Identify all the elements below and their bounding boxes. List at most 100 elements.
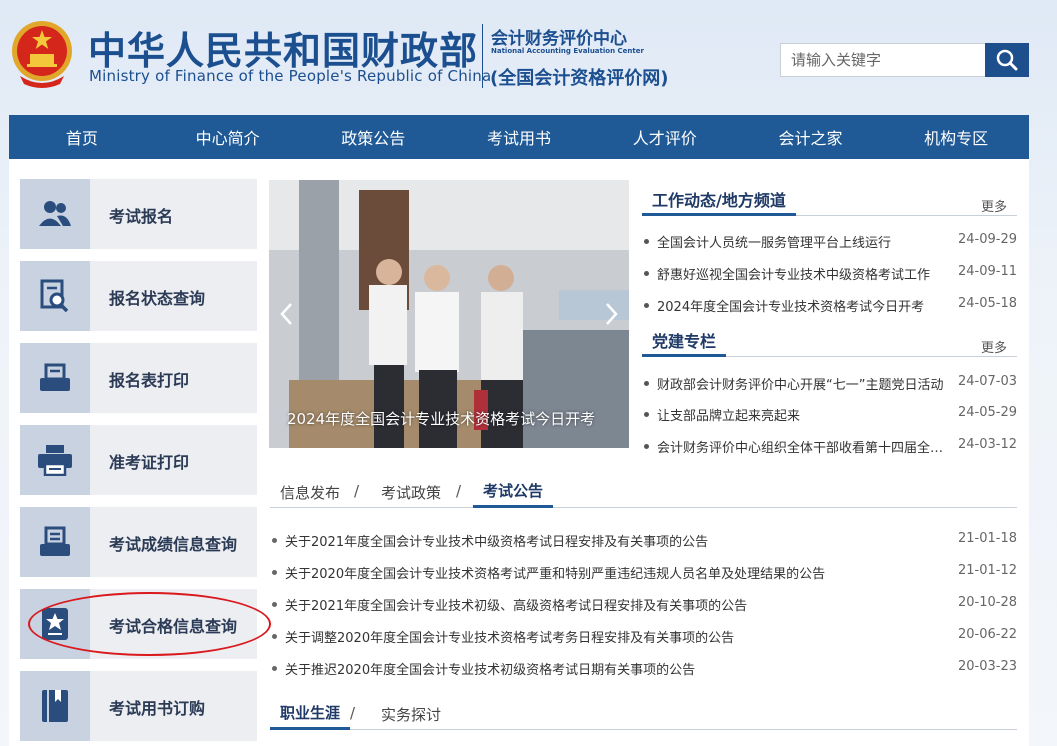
news-item[interactable]: 财政部会计财务评价中心开展“七一”主题党日活动 24-07-03 xyxy=(644,374,1019,394)
sidebar-item-label: 考试报名 xyxy=(109,207,174,226)
highlight-circle xyxy=(28,592,271,656)
news-item[interactable]: 舒惠好巡视全国会计专业技术中级资格考试工作 24-09-11 xyxy=(644,264,1019,284)
bullet-icon xyxy=(272,602,277,607)
party-header: 党建专栏 更多 xyxy=(642,325,1017,357)
news-date: 24-05-29 xyxy=(957,405,1017,420)
search-icon xyxy=(996,49,1018,71)
bullet-icon xyxy=(272,666,277,671)
book-icon xyxy=(42,690,68,722)
news-date: 24-09-11 xyxy=(957,264,1017,279)
tab-separator: / xyxy=(354,482,360,500)
notice-date: 20-10-28 xyxy=(957,595,1017,610)
party-title[interactable]: 党建专栏 xyxy=(642,325,727,357)
bullet-icon xyxy=(644,239,649,244)
tab-separator: / xyxy=(456,482,462,500)
party-more-link[interactable]: 更多 xyxy=(981,337,1007,356)
bullet-icon xyxy=(272,538,277,543)
sidebar-item-label: 准考证打印 xyxy=(109,453,190,472)
notice-title[interactable]: 关于2020年度全国会计专业技术资格考试严重和特别严重违纪违规人员名单及处理结果… xyxy=(285,563,825,582)
banner-prev-icon[interactable] xyxy=(277,302,297,326)
news-title[interactable]: 让支部品牌立起来亮起来 xyxy=(657,405,947,424)
notice-item[interactable]: 关于调整2020年度全国会计专业技术资格考试考务日程安排及有关事项的公告 20-… xyxy=(270,627,1017,647)
site-header: 中华人民共和国财政部 Ministry of Finance of the Pe… xyxy=(0,0,1057,115)
nav-accountant-home[interactable]: 会计之家 xyxy=(738,115,884,159)
tab-practice[interactable]: 实务探讨 xyxy=(381,698,441,730)
nav-policy[interactable]: 政策公告 xyxy=(300,115,446,159)
sidebar-item-score-query[interactable]: 考试成绩信息查询 xyxy=(20,507,257,577)
tab-exam-notice[interactable]: 考试公告 xyxy=(473,476,554,508)
news-date: 24-09-29 xyxy=(957,232,1017,247)
tab-exam-policy[interactable]: 考试政策 xyxy=(381,476,441,508)
nav-home[interactable]: 首页 xyxy=(9,115,155,159)
work-news-title[interactable]: 工作动态/地方频道 xyxy=(642,184,796,216)
search-button[interactable] xyxy=(985,43,1029,77)
banner-next-icon[interactable] xyxy=(601,302,621,326)
notice-title[interactable]: 关于2021年度全国会计专业技术初级、高级资格考试日程安排及有关事项的公告 xyxy=(285,595,747,614)
bullet-icon xyxy=(272,634,277,639)
sidebar-item-admission-print[interactable]: 准考证打印 xyxy=(20,425,257,495)
tab-career[interactable]: 职业生涯 xyxy=(270,698,351,730)
notice-item[interactable]: 关于2020年度全国会计专业技术资格考试严重和特别严重违纪违规人员名单及处理结果… xyxy=(270,563,1017,583)
tab-separator: / xyxy=(350,704,356,722)
news-banner[interactable]: 2024年度全国会计专业技术资格考试今日开考 xyxy=(269,180,629,448)
main-nav: 首页 中心简介 政策公告 考试用书 人才评价 会计之家 机构专区 xyxy=(9,115,1029,159)
bullet-icon xyxy=(644,444,649,449)
news-item[interactable]: 全国会计人员统一服务管理平台上线运行 24-09-29 xyxy=(644,232,1019,252)
news-item[interactable]: 让支部品牌立起来亮起来 24-05-29 xyxy=(644,405,1019,425)
news-item[interactable]: 会计财务评价中心组织全体干部收看第十四届全国人大 24-03-12 xyxy=(644,437,1019,457)
work-news-header: 工作动态/地方频道 更多 xyxy=(642,184,1017,216)
notice-title[interactable]: 关于推迟2020年度全国会计专业技术初级资格考试日期有关事项的公告 xyxy=(285,659,695,678)
sidebar-item-label: 报名表打印 xyxy=(109,371,190,390)
news-title[interactable]: 舒惠好巡视全国会计专业技术中级资格考试工作 xyxy=(657,264,947,283)
notice-item[interactable]: 关于推迟2020年度全国会计专业技术初级资格考试日期有关事项的公告 20-03-… xyxy=(270,659,1017,679)
bullet-icon xyxy=(644,412,649,417)
notice-date: 21-01-18 xyxy=(957,531,1017,546)
nav-about[interactable]: 中心简介 xyxy=(155,115,301,159)
notice-date: 20-03-23 xyxy=(957,659,1017,674)
news-title[interactable]: 会计财务评价中心组织全体干部收看第十四届全国人大 xyxy=(657,437,947,456)
news-date: 24-07-03 xyxy=(957,374,1017,389)
document-search-icon xyxy=(40,279,69,313)
news-title[interactable]: 2024年度全国会计专业技术资格考试今日开考 xyxy=(657,296,947,315)
news-date: 24-05-18 xyxy=(957,296,1017,311)
sidebar-item-book-order[interactable]: 考试用书订购 xyxy=(20,671,257,741)
bullet-icon xyxy=(644,303,649,308)
sidebar-item-registration-status[interactable]: 报名状态查询 xyxy=(20,261,257,331)
news-title[interactable]: 全国会计人员统一服务管理平台上线运行 xyxy=(657,232,947,251)
nav-books[interactable]: 考试用书 xyxy=(446,115,592,159)
notice-date: 20-06-22 xyxy=(957,627,1017,642)
tab-info-release[interactable]: 信息发布 xyxy=(280,476,340,508)
news-title[interactable]: 财政部会计财务评价中心开展“七一”主题党日活动 xyxy=(657,374,947,393)
header-divider xyxy=(482,24,483,88)
career-tabs: 职业生涯 / 实务探讨 xyxy=(270,698,1017,730)
work-news-more-link[interactable]: 更多 xyxy=(981,196,1007,215)
notice-title[interactable]: 关于2021年度全国会计专业技术中级资格考试日程安排及有关事项的公告 xyxy=(285,531,708,550)
center-name-en: National Accounting Evaluation Center xyxy=(491,47,644,55)
news-date: 24-03-12 xyxy=(957,437,1017,452)
notice-item[interactable]: 关于2021年度全国会计专业技术中级资格考试日程安排及有关事项的公告 21-01… xyxy=(270,531,1017,551)
news-item[interactable]: 2024年度全国会计专业技术资格考试今日开考 24-05-18 xyxy=(644,296,1019,316)
sidebar-item-label: 报名状态查询 xyxy=(109,289,206,308)
search-input[interactable] xyxy=(780,43,986,77)
nav-talent[interactable]: 人才评价 xyxy=(592,115,738,159)
sidebar-item-label: 考试成绩信息查询 xyxy=(109,535,238,554)
bullet-icon xyxy=(644,381,649,386)
notice-date: 21-01-12 xyxy=(957,563,1017,578)
banner-caption[interactable]: 2024年度全国会计专业技术资格考试今日开考 xyxy=(287,408,595,429)
center-subtitle: (全国会计资格评价网) xyxy=(490,68,669,89)
bullet-icon xyxy=(272,570,277,575)
users-icon xyxy=(39,201,71,226)
notice-item[interactable]: 关于2021年度全国会计专业技术初级、高级资格考试日程安排及有关事项的公告 20… xyxy=(270,595,1017,615)
national-emblem-icon xyxy=(12,21,72,88)
notice-title[interactable]: 关于调整2020年度全国会计专业技术资格考试考务日程安排及有关事项的公告 xyxy=(285,627,734,646)
sidebar-item-exam-registration[interactable]: 考试报名 xyxy=(20,179,257,249)
nav-institution[interactable]: 机构专区 xyxy=(883,115,1029,159)
score-tray-icon xyxy=(40,526,70,556)
ministry-title-en: Ministry of Finance of the People's Repu… xyxy=(89,67,492,85)
notice-tabs: 信息发布 / 考试政策 / 考试公告 xyxy=(270,476,1017,508)
sidebar-item-label: 考试用书订购 xyxy=(109,699,206,718)
bullet-icon xyxy=(644,271,649,276)
printer-icon xyxy=(38,445,72,476)
print-form-icon xyxy=(40,363,70,391)
sidebar-item-form-print[interactable]: 报名表打印 xyxy=(20,343,257,413)
